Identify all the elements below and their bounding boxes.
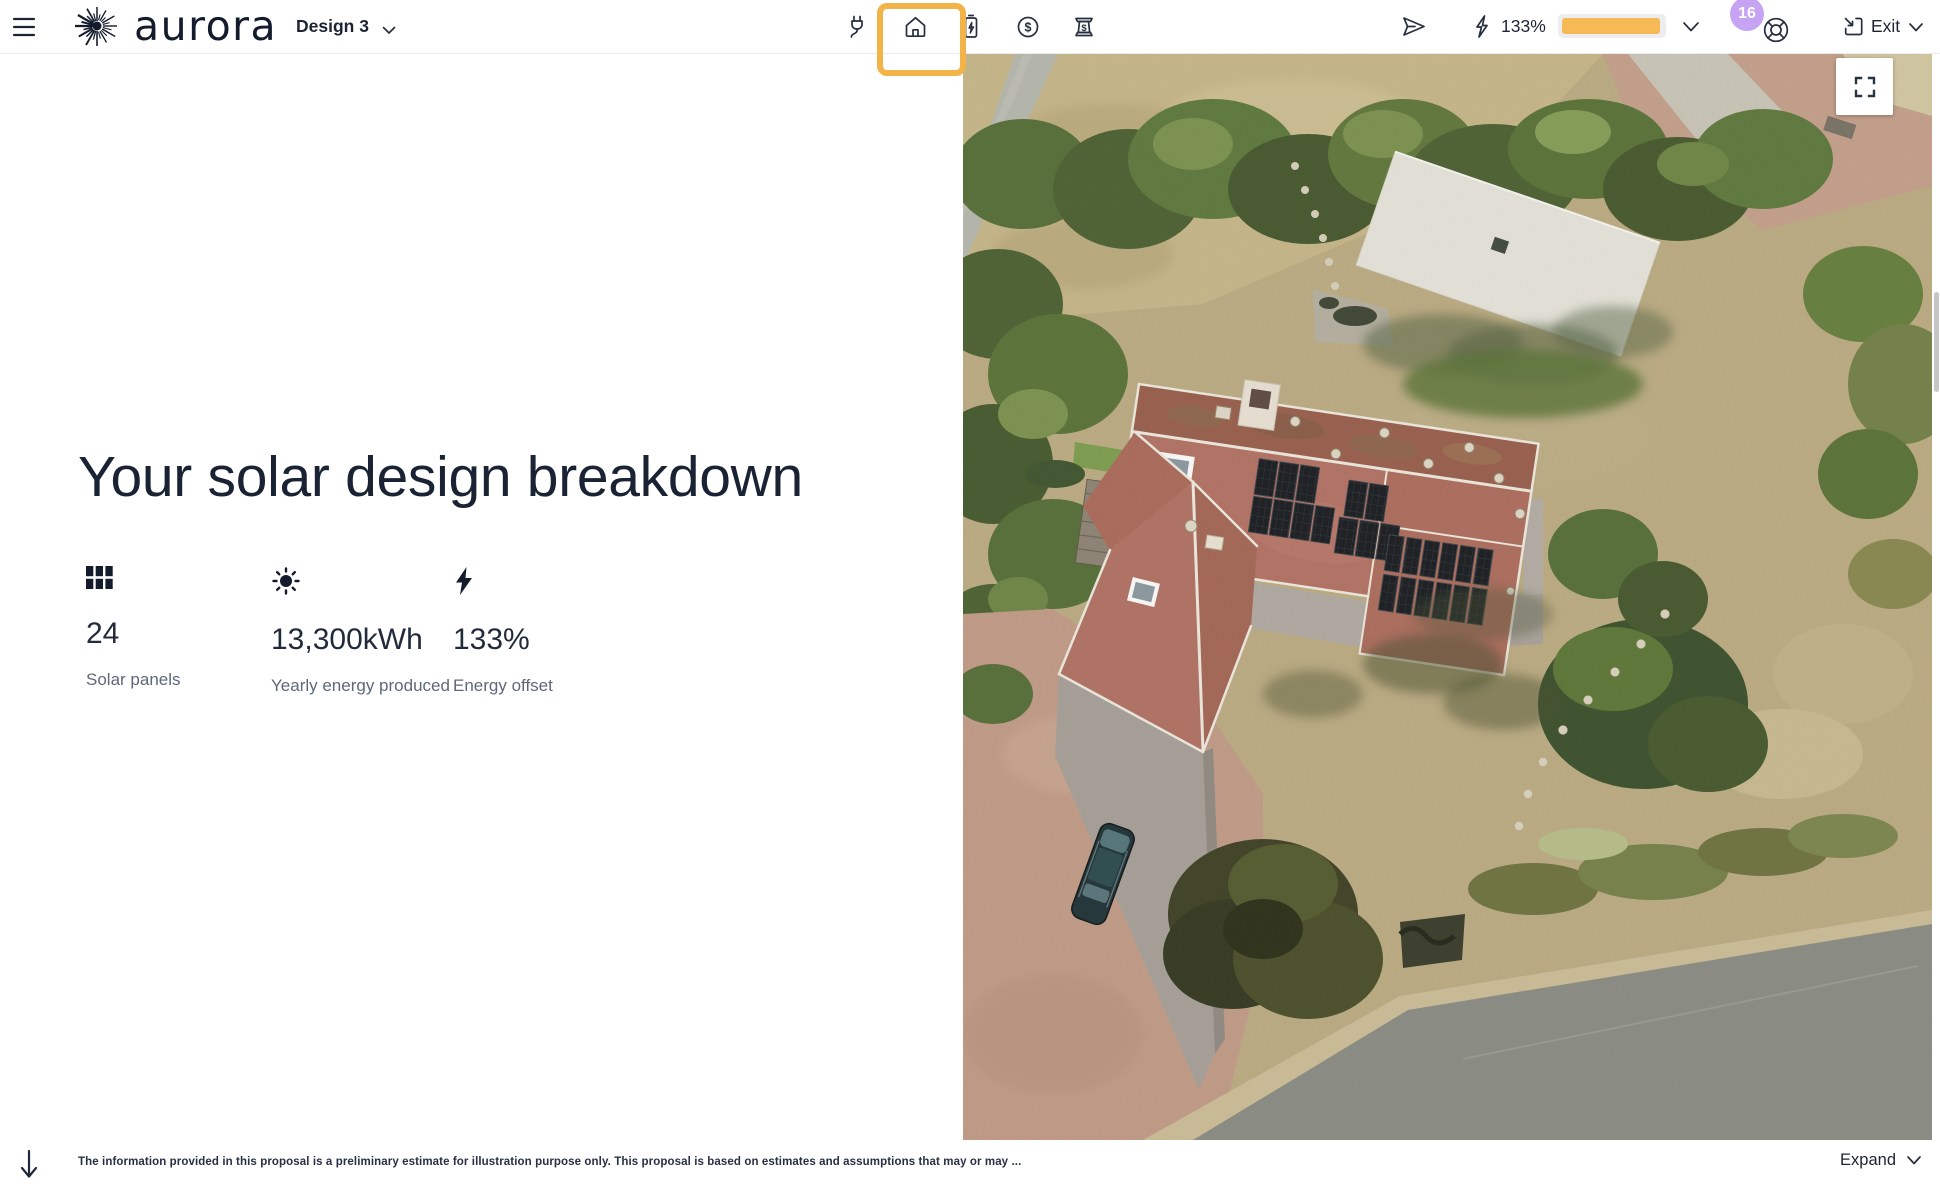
stat-label: Yearly energy produced	[271, 676, 461, 696]
page-title: Your solar design breakdown	[78, 444, 803, 510]
design-chevron-down-icon[interactable]	[382, 22, 396, 40]
stat-label: Energy offset	[453, 676, 643, 696]
disclaimer-bar: The information provided in this proposa…	[0, 1140, 1940, 1188]
stat-energy-offset: 133% Energy offset	[453, 566, 643, 696]
top-toolbar: aurora Design 3	[0, 0, 1940, 54]
progress-chevron-down-icon[interactable]	[1682, 21, 1700, 33]
scroll-down-arrow-icon[interactable]	[16, 1148, 42, 1182]
energy-offset-percent: 133%	[1501, 16, 1546, 37]
home-icon[interactable]	[903, 15, 928, 39]
stat-value: 24	[86, 617, 276, 651]
stat-value: 13,300kWh	[271, 623, 461, 657]
expand-chevron-down-icon	[1906, 1155, 1922, 1166]
sun-icon	[271, 566, 461, 601]
fullscreen-icon	[1854, 76, 1876, 98]
svg-text:$: $	[1025, 21, 1032, 35]
stat-value: 133%	[453, 623, 643, 657]
utility-plug-icon[interactable]	[844, 13, 871, 41]
aurora-logo-wordmark: aurora	[134, 6, 277, 47]
exit-chevron-down-icon[interactable]	[1908, 22, 1924, 33]
expand-control[interactable]: Expand	[1840, 1151, 1922, 1170]
exit-icon[interactable]	[1842, 15, 1865, 38]
solar-panel-grid-icon	[86, 566, 276, 595]
dollar-circle-icon[interactable]: $	[1016, 15, 1040, 39]
help-lifebuoy-icon[interactable]	[1761, 15, 1791, 45]
aurora-app-window: aurora Design 3	[0, 0, 1940, 1188]
design-selector[interactable]: Design 3	[296, 16, 369, 37]
energy-progress-fill	[1562, 18, 1660, 34]
run-simulation-icon[interactable]	[1400, 14, 1428, 39]
energy-progress-bar[interactable]	[1558, 14, 1666, 38]
stat-label: Solar panels	[86, 670, 276, 690]
vertical-scrollbar-thumb[interactable]	[1934, 292, 1939, 392]
disclaimer-text: The information provided in this proposa…	[78, 1156, 1021, 1168]
map-fullscreen-button[interactable]	[1836, 58, 1893, 115]
stat-yearly-energy: 13,300kWh Yearly energy produced	[271, 566, 461, 696]
notification-badge[interactable]: 16	[1730, 0, 1764, 31]
battery-icon[interactable]	[959, 13, 983, 41]
aurora-logo-icon	[73, 1, 123, 56]
lightning-bolt-icon	[1472, 14, 1492, 39]
stat-solar-panels: 24 Solar panels	[86, 566, 276, 690]
design-3d-viewport[interactable]	[963, 54, 1932, 1140]
expand-label[interactable]: Expand	[1840, 1151, 1896, 1170]
incentives-bank-icon[interactable]: $	[1070, 14, 1098, 40]
exit-button[interactable]: Exit	[1871, 16, 1900, 37]
lightning-icon	[453, 566, 643, 601]
hamburger-menu-icon[interactable]	[12, 16, 36, 38]
svg-text:$: $	[1081, 23, 1087, 34]
